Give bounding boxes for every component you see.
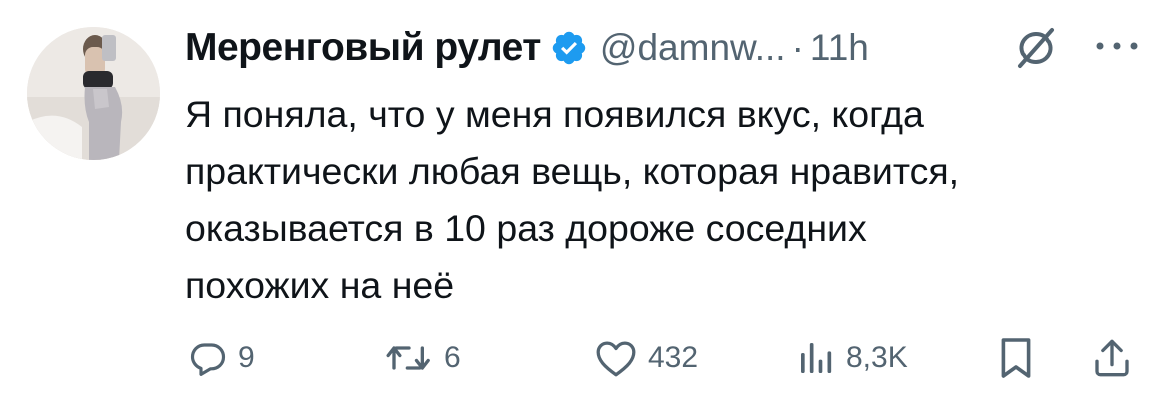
avatar-photo	[27, 27, 160, 160]
retweet-count: 6	[444, 341, 461, 374]
bookmark-icon	[998, 336, 1034, 380]
views-count: 8,3K	[846, 341, 908, 374]
like-count: 432	[648, 341, 699, 374]
share-icon	[1092, 336, 1132, 380]
tweet-text-line: практически любая вещь, которая нравится…	[185, 150, 960, 192]
retweet-button[interactable]: 6	[384, 330, 461, 386]
like-button[interactable]: 432	[594, 330, 698, 386]
tweet-text-line: Я поняла, что у меня появился вкус, когд…	[185, 93, 924, 135]
reply-icon	[188, 338, 228, 378]
tweet-header: Меренговый рулет @damnw... · 11h	[185, 18, 1145, 78]
tweet-text: Я поняла, что у меня появился вкус, когд…	[185, 86, 1160, 314]
avatar[interactable]	[27, 27, 160, 160]
action-bar: 9 6 432 8,3K	[0, 330, 1170, 386]
share-button[interactable]	[1092, 330, 1132, 386]
tweet-text-line: похожих на неё	[185, 264, 455, 306]
verified-badge-icon	[550, 29, 588, 67]
author-name[interactable]: Меренговый рулет	[185, 26, 541, 70]
more-dots-icon[interactable]	[1094, 36, 1140, 56]
tweet-card[interactable]: Меренговый рулет @damnw... · 11h Я понял…	[0, 0, 1170, 403]
views-button[interactable]: 8,3K	[796, 330, 908, 386]
grok-icon[interactable]	[1012, 24, 1060, 72]
timestamp[interactable]: 11h	[810, 27, 869, 69]
separator-dot: ·	[791, 27, 804, 68]
reply-button[interactable]: 9	[188, 330, 255, 386]
retweet-icon	[384, 338, 434, 378]
analytics-icon	[796, 338, 836, 378]
author-handle[interactable]: @damnw...	[600, 27, 786, 69]
tweet-text-line: оказывается в 10 раз дороже соседних	[185, 207, 867, 249]
heart-icon	[594, 338, 638, 378]
bookmark-button[interactable]	[998, 330, 1034, 386]
reply-count: 9	[238, 341, 255, 374]
